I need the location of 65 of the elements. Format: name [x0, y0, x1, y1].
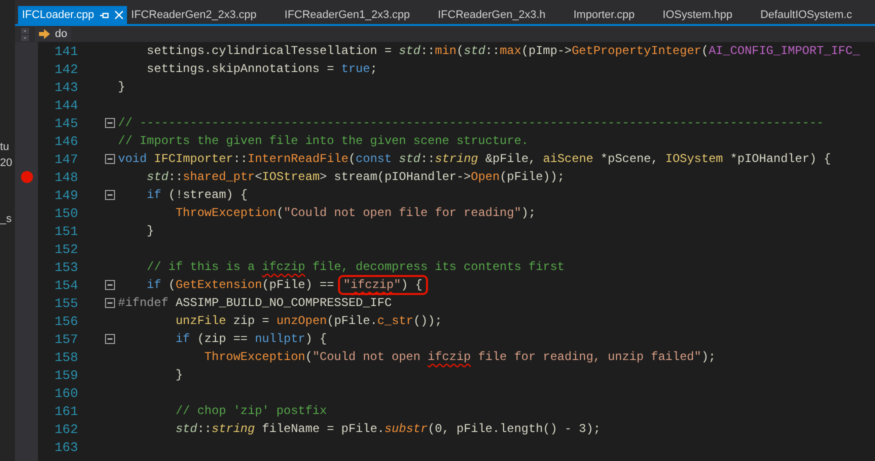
line-number: 153	[54, 260, 78, 274]
line-number: 156	[54, 314, 78, 328]
file-tab[interactable]: IFCReaderGen_2x3.h	[434, 6, 570, 24]
file-tab[interactable]: IFCReaderGen1_2x3.cpp	[280, 6, 434, 24]
breakpoint-icon[interactable]	[20, 171, 32, 183]
code-line: unzFile zip = unzOpen(pFile.c_str());	[174, 314, 442, 328]
panel-text: _s	[0, 212, 13, 226]
file-tab[interactable]: IOSystem.hpp	[658, 6, 756, 24]
panel-text: tu	[0, 140, 10, 154]
line-number: 143	[54, 80, 78, 94]
line-number: 151	[54, 224, 78, 238]
line-number: 161	[54, 404, 78, 418]
code-line: // Imports the given file into the given scene structure.	[118, 134, 528, 148]
line-number: 158	[54, 350, 78, 364]
line-number: 154	[54, 278, 78, 292]
line-number: 162	[54, 422, 78, 436]
line-number: 144	[54, 98, 78, 112]
highlight-box: "ifczip") {	[341, 278, 424, 292]
code-line: ThrowException("Could not open file for reading");	[174, 206, 536, 220]
code-line: ThrowException("Could not open ifczip file for reading, unzip failed");	[203, 350, 716, 364]
line-number: 149	[54, 188, 78, 202]
code-line: #ifndef ASSIMP_BUILD_NO_COMPRESSED_IFC	[118, 296, 392, 310]
file-tab[interactable]: IFCReaderGen2_2x3.cpp	[127, 6, 281, 24]
panel-text: 20	[0, 156, 14, 170]
code-line: settings.cylindricalTessellation = std::min(std::max(pImp->GetPropertyInteger(AI_CONFIG_IMPORT_IFC_	[146, 44, 860, 58]
file-tab[interactable]: IFCLoader.cpp	[18, 6, 128, 24]
line-number: 157	[54, 332, 78, 346]
scroll-arrows-icon[interactable]	[21, 28, 29, 40]
line-number: 145	[54, 116, 78, 130]
close-icon[interactable]	[115, 11, 124, 19]
code-line: // -----------------------------------------------------------------------------------------------	[118, 116, 824, 130]
line-number: 163	[54, 440, 78, 454]
code-line: settings.skipAnnotations = true;	[146, 62, 378, 76]
collapse-icon[interactable]	[105, 334, 115, 344]
collapse-icon[interactable]	[105, 280, 115, 290]
line-number: 150	[54, 206, 78, 220]
line-number: 147	[54, 152, 78, 166]
code-line: }	[174, 368, 183, 382]
code-line: void IFCImporter::InternReadFile(const std::string &pFile, aiScene *pScene, IOSystem *pIOHandler) {	[118, 152, 832, 166]
line-number: 160	[54, 386, 78, 400]
collapse-icon[interactable]	[105, 190, 115, 200]
line-number: 155	[54, 296, 78, 310]
arrow-icon	[39, 29, 50, 39]
code-line: // if this is a ifczip file, decompress its contents first	[146, 260, 564, 274]
file-tab[interactable]: Importer.cpp	[570, 6, 659, 24]
code-line: std::string fileName = pFile.substr(0, pFile.length() - 3);	[174, 422, 601, 436]
code-line: if (zip == nullptr) {	[174, 332, 327, 346]
collapse-icon[interactable]	[105, 154, 115, 164]
file-tab[interactable]: DefaultIOSystem.c	[756, 6, 875, 24]
collapse-icon[interactable]	[105, 118, 115, 128]
scope-dropdown[interactable]: do	[35, 27, 72, 41]
code-line: // chop 'zip' postfix	[174, 404, 327, 418]
collapse-icon[interactable]	[105, 298, 115, 308]
line-number: 142	[54, 62, 78, 76]
pin-icon[interactable]	[100, 12, 110, 18]
code-line: if (GetExtension(pFile) == "ifczip") {	[118, 278, 424, 292]
line-number: 148	[54, 170, 78, 184]
code-line: if (!stream) {	[146, 188, 248, 202]
code-line: }	[146, 224, 154, 238]
line-number: 159	[54, 368, 78, 382]
code-line: std::shared_ptr<IOStream> stream(pIOHandler->Open(pFile));	[146, 170, 565, 184]
line-number: 141	[54, 44, 78, 58]
code-line: }	[118, 80, 126, 94]
line-number: 152	[54, 242, 78, 256]
line-number: 146	[54, 134, 78, 148]
